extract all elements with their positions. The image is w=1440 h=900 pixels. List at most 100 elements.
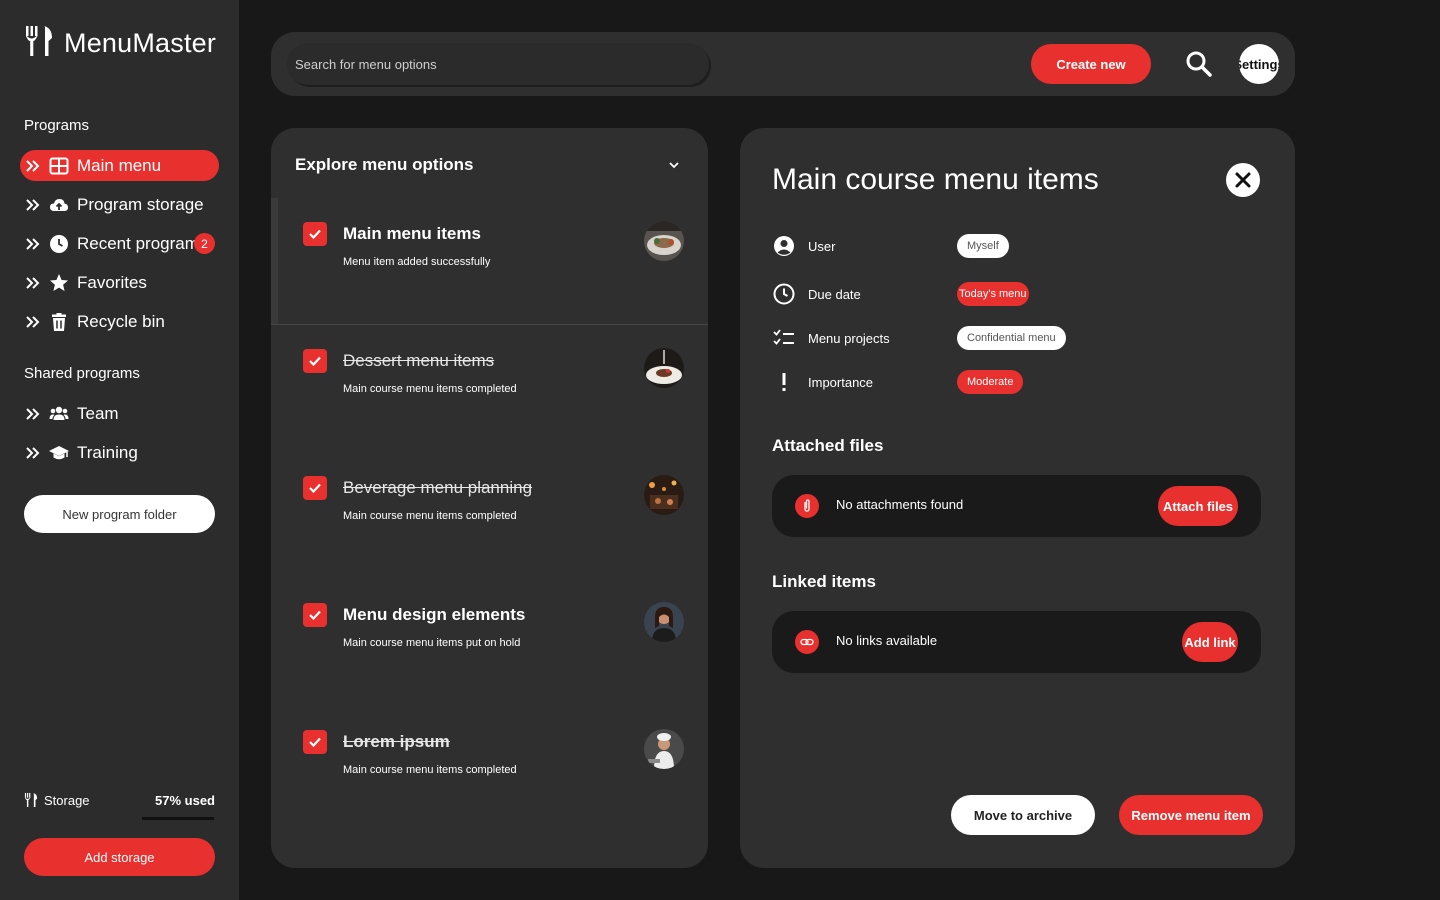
explore-panel: Explore menu options Main menu items Men… bbox=[271, 128, 708, 868]
item-subtitle: Main course menu items completed bbox=[343, 383, 517, 395]
item-title: Beverage menu planning bbox=[343, 478, 533, 497]
attached-files-heading: Attached files bbox=[772, 436, 884, 455]
detail-panel: Main course menu items User Myself Due d… bbox=[740, 128, 1295, 868]
list-item[interactable]: Dessert menu items Main course menu item… bbox=[271, 325, 708, 452]
dish-thumbnail bbox=[644, 475, 684, 515]
linked-items-box: No links available Add link bbox=[772, 611, 1261, 673]
list-item[interactable]: Beverage menu planning Main course menu … bbox=[271, 452, 708, 579]
property-label: Menu projects bbox=[808, 330, 890, 346]
item-checkbox[interactable] bbox=[303, 222, 327, 246]
check-icon bbox=[309, 229, 321, 240]
linked-items-heading: Linked items bbox=[772, 572, 876, 591]
search-box[interactable] bbox=[287, 43, 709, 85]
sidebar-item-main-menu[interactable]: Main menu bbox=[20, 150, 219, 181]
checklist-icon bbox=[772, 326, 796, 350]
item-checkbox[interactable] bbox=[303, 349, 327, 373]
sidebar-item-label: Main menu bbox=[77, 155, 162, 175]
add-storage-button[interactable]: Add storage bbox=[24, 838, 215, 876]
close-button[interactable] bbox=[1226, 163, 1260, 197]
storage-used-text: 57% used bbox=[155, 792, 215, 808]
exclamation-icon bbox=[772, 370, 796, 394]
property-value-chip[interactable]: Moderate bbox=[957, 370, 1024, 394]
property-user: User Myself bbox=[772, 233, 1252, 259]
property-value-chip[interactable]: Myself bbox=[957, 234, 1009, 258]
sidebar-item-training[interactable]: Training bbox=[20, 437, 219, 468]
sidebar-item-recent-programs[interactable]: Recent programs 2 bbox=[20, 228, 219, 259]
item-title: Dessert menu items bbox=[343, 351, 495, 370]
property-due-date: Due date Today's menu bbox=[772, 281, 1252, 307]
item-subtitle: Main course menu items put on hold bbox=[343, 637, 521, 649]
create-new-button[interactable]: Create new bbox=[1031, 44, 1151, 84]
search-icon[interactable] bbox=[1184, 49, 1214, 84]
property-label: User bbox=[808, 238, 836, 254]
sidebar: MenuMaster Programs Main menu Program st… bbox=[0, 0, 239, 900]
trash-icon bbox=[52, 312, 66, 331]
item-title: Menu design elements bbox=[343, 605, 526, 624]
item-checkbox[interactable] bbox=[303, 730, 327, 754]
dish-thumbnail bbox=[644, 729, 684, 769]
sidebar-item-label: Program storage bbox=[77, 194, 204, 214]
storage-progress-bar bbox=[142, 817, 214, 820]
utensils-icon bbox=[24, 24, 56, 63]
check-icon bbox=[309, 737, 321, 748]
sidebar-item-label: Recent programs bbox=[77, 233, 208, 253]
sidebar-item-label: Team bbox=[77, 403, 119, 423]
list-item[interactable]: Main menu items Menu item added successf… bbox=[271, 198, 708, 325]
attach-files-button[interactable]: Attach files bbox=[1158, 486, 1238, 526]
chevron-double-right-icon bbox=[26, 159, 40, 172]
notification-badge: 2 bbox=[194, 233, 215, 254]
chevron-double-right-icon bbox=[26, 315, 40, 328]
paperclip-icon bbox=[795, 494, 819, 518]
grid-icon bbox=[49, 157, 69, 174]
new-program-folder-button[interactable]: New program folder bbox=[24, 495, 215, 533]
chevron-double-right-icon bbox=[26, 446, 40, 459]
brand-logo[interactable]: MenuMaster bbox=[24, 24, 216, 63]
users-icon bbox=[49, 406, 69, 420]
remove-menu-item-button[interactable]: Remove menu item bbox=[1119, 795, 1263, 835]
attachments-box: No attachments found Attach files bbox=[772, 475, 1261, 537]
user-circle-icon bbox=[772, 234, 796, 258]
sidebar-item-label: Favorites bbox=[77, 272, 147, 292]
settings-button[interactable]: Settings bbox=[1239, 44, 1279, 84]
sidebar-item-recycle-bin[interactable]: Recycle bin bbox=[20, 306, 219, 337]
sidebar-item-team[interactable]: Team bbox=[20, 398, 219, 429]
dish-thumbnail bbox=[644, 602, 684, 642]
search-input[interactable] bbox=[295, 56, 709, 72]
shared-programs-heading: Shared programs bbox=[24, 365, 140, 382]
property-label: Due date bbox=[808, 286, 861, 302]
star-icon bbox=[50, 273, 68, 291]
link-icon bbox=[795, 630, 819, 654]
property-label: Importance bbox=[808, 374, 874, 390]
item-checkbox[interactable] bbox=[303, 476, 327, 500]
property-value-chip[interactable]: Confidential menu bbox=[957, 326, 1066, 350]
item-subtitle: Main course menu items completed bbox=[343, 764, 517, 776]
explore-title: Explore menu options bbox=[295, 155, 474, 174]
property-menu-projects: Menu projects Confidential menu bbox=[772, 325, 1252, 351]
graduation-cap-icon bbox=[49, 445, 69, 459]
list-item[interactable]: Lorem ipsum Main course menu items compl… bbox=[271, 706, 708, 833]
item-checkbox[interactable] bbox=[303, 603, 327, 627]
dish-thumbnail bbox=[644, 221, 684, 261]
check-icon bbox=[309, 610, 321, 621]
list-item[interactable]: Menu design elements Main course menu it… bbox=[271, 579, 708, 706]
move-to-archive-button[interactable]: Move to archive bbox=[951, 795, 1095, 835]
property-value-chip[interactable]: Today's menu bbox=[957, 282, 1029, 306]
chevron-double-right-icon bbox=[26, 407, 40, 420]
storage-label: Storage bbox=[44, 792, 90, 808]
item-subtitle: Main course menu items completed bbox=[343, 510, 517, 522]
sidebar-item-label: Training bbox=[77, 442, 138, 462]
programs-heading: Programs bbox=[24, 117, 90, 134]
storage-indicator: Storage 57% used bbox=[24, 790, 215, 810]
sidebar-item-favorites[interactable]: Favorites bbox=[20, 267, 219, 298]
attachments-empty-text: No attachments found bbox=[836, 497, 964, 512]
app-name: MenuMaster bbox=[64, 28, 217, 58]
chevron-double-right-icon bbox=[26, 237, 40, 250]
sidebar-item-label: Recycle bin bbox=[77, 311, 165, 331]
item-title: Lorem ipsum bbox=[343, 732, 450, 751]
clock-icon bbox=[50, 234, 68, 253]
close-icon bbox=[1235, 172, 1251, 188]
chevron-down-icon[interactable] bbox=[668, 159, 680, 171]
sidebar-item-program-storage[interactable]: Program storage bbox=[20, 189, 219, 220]
add-link-button[interactable]: Add link bbox=[1182, 622, 1238, 662]
item-subtitle: Menu item added successfully bbox=[343, 256, 491, 268]
